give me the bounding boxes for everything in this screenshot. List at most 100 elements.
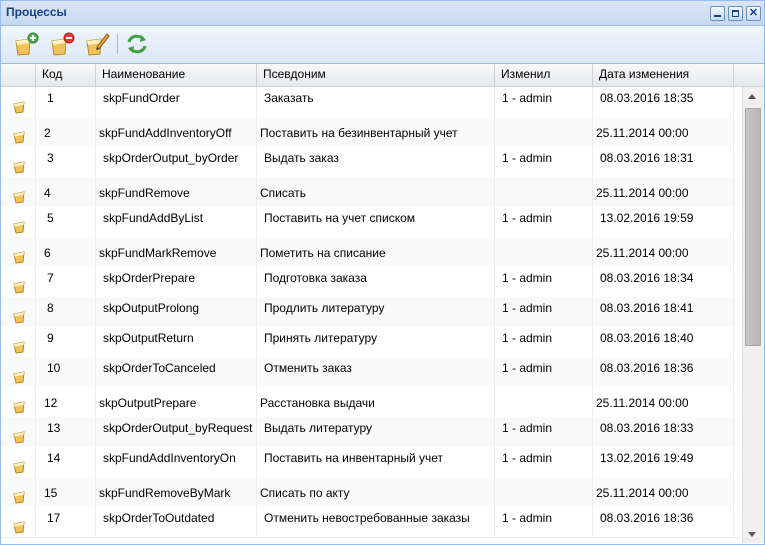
cell-icon — [1, 327, 36, 357]
cell-code: 10 — [36, 357, 96, 387]
cell-icon — [1, 447, 36, 477]
cell-alias: Выдать заказ — [257, 147, 495, 177]
cell-date: 08.03.2016 18:36 — [593, 507, 734, 537]
cell-modified-by: 1 - admin — [495, 507, 593, 537]
cell-date: 25.11.2014 00:00 — [593, 237, 734, 267]
cell-alias: Пометить на списание — [257, 237, 495, 267]
table-row[interactable]: 12 skpOutputPrepare Расстановка выдачи 25.1… — [1, 387, 741, 418]
cell-modified-by: 1 - admin — [495, 417, 593, 447]
cell-alias: Списать — [257, 177, 495, 207]
cell-alias: Поставить на инвентарный учет — [257, 447, 495, 477]
column-header-date[interactable]: Дата изменения — [593, 64, 734, 86]
column-header-name[interactable]: Наименование — [96, 64, 257, 86]
table-row[interactable]: 10 skpOrderToCanceled Отменить заказ 1 - ad… — [1, 357, 741, 388]
cell-code: 6 — [36, 237, 96, 267]
cell-date: 25.11.2014 00:00 — [593, 387, 734, 417]
cell-icon — [1, 357, 36, 387]
maximize-icon — [732, 10, 739, 17]
column-header-alias[interactable]: Псевдоним — [257, 64, 495, 86]
cell-alias: Поставить на безинвентарный учет — [257, 117, 495, 147]
cell-code: 7 — [36, 267, 96, 297]
minimize-button[interactable] — [710, 6, 725, 21]
table-row[interactable]: 9 skpOutputReturn Принять литературу 1 - ad… — [1, 327, 741, 358]
delete-process-button[interactable] — [49, 31, 75, 57]
window-title: Процессы — [6, 5, 67, 19]
toolbar-separator — [117, 34, 118, 54]
table-row[interactable]: 2 skpFundAddInventoryOff Поставить на бези… — [1, 117, 741, 148]
cell-icon — [1, 147, 36, 177]
window-titlebar[interactable]: Процессы ✕ — [1, 1, 764, 26]
table-row[interactable]: 8 skpOutputProlong Продлить литературу 1 - … — [1, 297, 741, 328]
cell-code: 1 — [36, 87, 96, 117]
table-row[interactable]: 6 skpFundMarkRemove Пометить на списание 25… — [1, 237, 741, 268]
cell-alias: Отменить заказ — [257, 357, 495, 387]
cell-modified-by — [495, 177, 593, 207]
cell-code: 2 — [36, 117, 96, 147]
cell-date: 13.02.2016 19:49 — [593, 447, 734, 477]
cell-name: skpFundAddInventoryOn — [96, 447, 257, 477]
table-row[interactable]: 15 skpFundRemoveByMark Списать по акту 25.1… — [1, 477, 741, 508]
cell-icon — [1, 207, 36, 237]
cell-date: 08.03.2016 18:33 — [593, 417, 734, 447]
cell-date: 08.03.2016 18:34 — [593, 267, 734, 297]
cell-date: 08.03.2016 18:31 — [593, 147, 734, 177]
scroll-down-icon[interactable] — [748, 532, 756, 537]
cell-icon — [1, 507, 36, 537]
cell-name: skpOrderToOutdated — [96, 507, 257, 537]
column-header-code[interactable]: Код — [36, 64, 96, 86]
cell-name: skpOutputPrepare — [96, 387, 257, 417]
cell-modified-by: 1 - admin — [495, 207, 593, 237]
column-header-modified-by[interactable]: Изменил — [495, 64, 593, 86]
table-row[interactable]: 14 skpFundAddInventoryOn Поставить на инве… — [1, 447, 741, 478]
cell-alias: Списать по акту — [257, 477, 495, 507]
grid-header: Код Наименование Псевдоним Изменил Дата … — [1, 64, 764, 87]
cell-code: 4 — [36, 177, 96, 207]
cell-modified-by: 1 - admin — [495, 297, 593, 327]
cell-name: skpOutputReturn — [96, 327, 257, 357]
cell-icon — [1, 417, 36, 447]
cell-modified-by: 1 - admin — [495, 87, 593, 117]
cell-alias: Поставить на учет списком — [257, 207, 495, 237]
cell-icon — [1, 87, 36, 117]
cell-icon — [1, 297, 36, 327]
cell-icon — [1, 387, 36, 417]
cell-code: 17 — [36, 507, 96, 537]
cell-code: 9 — [36, 327, 96, 357]
cell-code: 5 — [36, 207, 96, 237]
cell-name: skpOrderOutput_byRequest — [96, 417, 257, 447]
cell-name: skpFundOrder — [96, 87, 257, 117]
cell-modified-by — [495, 117, 593, 147]
edit-process-button[interactable] — [84, 31, 110, 57]
cell-date: 25.11.2014 00:00 — [593, 177, 734, 207]
minimize-icon — [714, 15, 721, 17]
table-row[interactable]: 5 skpFundAddByList Поставить на учет списк… — [1, 207, 741, 238]
vertical-scrollbar[interactable] — [742, 87, 764, 543]
refresh-button[interactable] — [124, 31, 150, 57]
maximize-button[interactable] — [728, 6, 743, 21]
scroll-thumb[interactable] — [745, 108, 761, 346]
table-row[interactable]: 1 skpFundOrder Заказать 1 - admin 08.03.2016… — [1, 87, 741, 118]
cell-modified-by: 1 - admin — [495, 147, 593, 177]
cell-modified-by — [495, 387, 593, 417]
cell-name: skpOrderPrepare — [96, 267, 257, 297]
table-row[interactable]: 17 skpOrderToOutdated Отменить невостребов… — [1, 507, 741, 538]
cell-alias: Подготовка заказа — [257, 267, 495, 297]
cell-code: 12 — [36, 387, 96, 417]
table-row[interactable]: 7 skpOrderPrepare Подготовка заказа 1 - adm… — [1, 267, 741, 298]
table-row[interactable]: 4 skpFundRemove Списать 25.11.2014 00:00 — [1, 177, 741, 208]
cell-name: skpFundRemoveByMark — [96, 477, 257, 507]
table-row[interactable]: 13 skpOrderOutput_byRequest Выдать литерат… — [1, 417, 741, 448]
cell-modified-by: 1 - admin — [495, 357, 593, 387]
table-row[interactable]: 3 skpOrderOutput_byOrder Выдать заказ 1 - a… — [1, 147, 741, 178]
scroll-up-icon[interactable] — [748, 94, 756, 99]
cell-alias: Расстановка выдачи — [257, 387, 495, 417]
cell-name: skpFundMarkRemove — [96, 237, 257, 267]
processes-window: Процессы ✕ Код Наименование Псевдоним Из… — [0, 0, 765, 545]
column-header-icon — [1, 64, 36, 86]
close-button[interactable]: ✕ — [746, 6, 761, 21]
cell-alias: Заказать — [257, 87, 495, 117]
cell-icon — [1, 237, 36, 267]
add-process-button[interactable] — [13, 31, 39, 57]
cell-name: skpOutputProlong — [96, 297, 257, 327]
cell-name: skpFundAddByList — [96, 207, 257, 237]
